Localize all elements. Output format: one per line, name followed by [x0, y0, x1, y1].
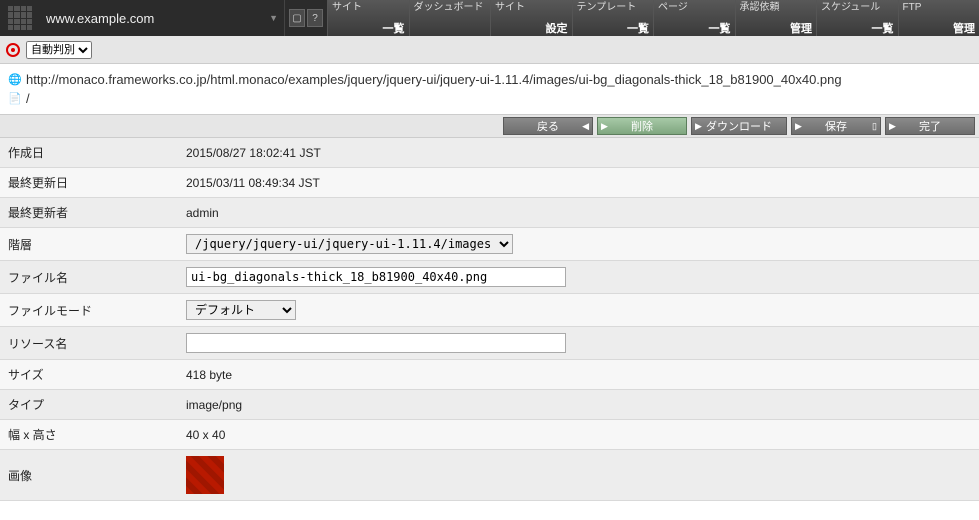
- label-size: サイズ: [0, 360, 178, 390]
- document-icon: ▯: [872, 121, 877, 132]
- top-nav: www.example.com ▼ ▢ ? サイト 一覧 ダッシュボード サイト…: [0, 0, 979, 36]
- row-hierarchy: 階層 /jquery/jquery-ui/jquery-ui-1.11.4/im…: [0, 228, 979, 261]
- nav-dashboard[interactable]: ダッシュボード: [409, 0, 491, 36]
- done-button[interactable]: ▶完了: [885, 117, 975, 135]
- row-updater: 最終更新者 admin: [0, 198, 979, 228]
- row-updated: 最終更新日 2015/03/11 08:49:34 JST: [0, 168, 979, 198]
- triangle-right-icon: ▶: [795, 121, 802, 132]
- label-filename: ファイル名: [0, 261, 178, 294]
- label-filemode: ファイルモード: [0, 294, 178, 327]
- back-button[interactable]: 戻る◀: [503, 117, 593, 135]
- save-button[interactable]: ▶保存▯: [791, 117, 881, 135]
- path-area: 🌐 http://monaco.frameworks.co.jp/html.mo…: [0, 64, 979, 114]
- path-root-row: 📄 /: [8, 89, 971, 108]
- chevron-down-icon: ▼: [269, 13, 278, 23]
- label-hierarchy: 階層: [0, 228, 178, 261]
- label-updater: 最終更新者: [0, 198, 178, 228]
- row-image: 画像: [0, 450, 979, 501]
- value-updater: admin: [178, 198, 979, 228]
- row-resname: リソース名: [0, 327, 979, 360]
- value-updated: 2015/03/11 08:49:34 JST: [178, 168, 979, 198]
- nav-site-settings[interactable]: サイト 設定: [490, 0, 572, 36]
- label-dims: 幅 x 高さ: [0, 420, 178, 450]
- mode-toggle-group: ▢ ?: [285, 0, 327, 36]
- full-url: http://monaco.frameworks.co.jp/html.mona…: [26, 72, 842, 87]
- nav-ftp[interactable]: FTP 管理: [898, 0, 979, 36]
- grid-icon: [8, 6, 32, 30]
- download-button[interactable]: ▶ダウンロード: [691, 117, 787, 135]
- resource-name-input[interactable]: [186, 333, 566, 353]
- row-dims: 幅 x 高さ 40 x 40: [0, 420, 979, 450]
- nav-page[interactable]: ページ 一覧: [653, 0, 735, 36]
- filemode-select[interactable]: デフォルト: [186, 300, 296, 320]
- nav-tabs: サイト 一覧 ダッシュボード サイト 設定 テンプレート 一覧 ページ 一覧 承…: [327, 0, 979, 36]
- value-created: 2015/08/27 18:02:41 JST: [178, 138, 979, 168]
- action-bar: 戻る◀ ▶削除 ▶ダウンロード ▶保存▯ ▶完了: [0, 114, 979, 138]
- path-root: /: [26, 91, 30, 106]
- globe-icon: 🌐: [8, 73, 22, 87]
- triangle-right-icon: ▶: [601, 121, 608, 132]
- mode-btn-a[interactable]: ▢: [289, 9, 305, 27]
- value-dims: 40 x 40: [178, 420, 979, 450]
- triangle-right-icon: ▶: [889, 121, 896, 132]
- nav-schedule[interactable]: スケジュール 一覧: [816, 0, 898, 36]
- hierarchy-select[interactable]: /jquery/jquery-ui/jquery-ui-1.11.4/image…: [186, 234, 513, 254]
- full-url-row: 🌐 http://monaco.frameworks.co.jp/html.mo…: [8, 70, 971, 89]
- filename-input[interactable]: [186, 267, 566, 287]
- row-size: サイズ 418 byte: [0, 360, 979, 390]
- mode-btn-b[interactable]: ?: [307, 9, 323, 27]
- value-type: image/png: [178, 390, 979, 420]
- page-icon: 📄: [8, 92, 22, 106]
- nav-site-list[interactable]: サイト 一覧: [327, 0, 409, 36]
- delete-button[interactable]: ▶削除: [597, 117, 687, 135]
- properties-table: 作成日 2015/08/27 18:02:41 JST 最終更新日 2015/0…: [0, 138, 979, 501]
- row-filename: ファイル名: [0, 261, 979, 294]
- row-created: 作成日 2015/08/27 18:02:41 JST: [0, 138, 979, 168]
- record-icon[interactable]: [6, 43, 20, 57]
- app-logo[interactable]: [0, 0, 40, 36]
- encoding-bar: 自動判別: [0, 36, 979, 64]
- label-resname: リソース名: [0, 327, 178, 360]
- image-preview: [186, 456, 224, 494]
- label-created: 作成日: [0, 138, 178, 168]
- encoding-select[interactable]: 自動判別: [26, 41, 92, 59]
- label-image: 画像: [0, 450, 178, 501]
- triangle-right-icon: ▶: [695, 121, 702, 132]
- row-type: タイプ image/png: [0, 390, 979, 420]
- value-size: 418 byte: [178, 360, 979, 390]
- triangle-left-icon: ◀: [582, 121, 589, 132]
- nav-approval[interactable]: 承認依頼 管理: [735, 0, 817, 36]
- label-type: タイプ: [0, 390, 178, 420]
- row-filemode: ファイルモード デフォルト: [0, 294, 979, 327]
- site-selector[interactable]: www.example.com ▼: [40, 0, 285, 36]
- label-updated: 最終更新日: [0, 168, 178, 198]
- site-domain: www.example.com: [46, 11, 154, 26]
- nav-template[interactable]: テンプレート 一覧: [572, 0, 654, 36]
